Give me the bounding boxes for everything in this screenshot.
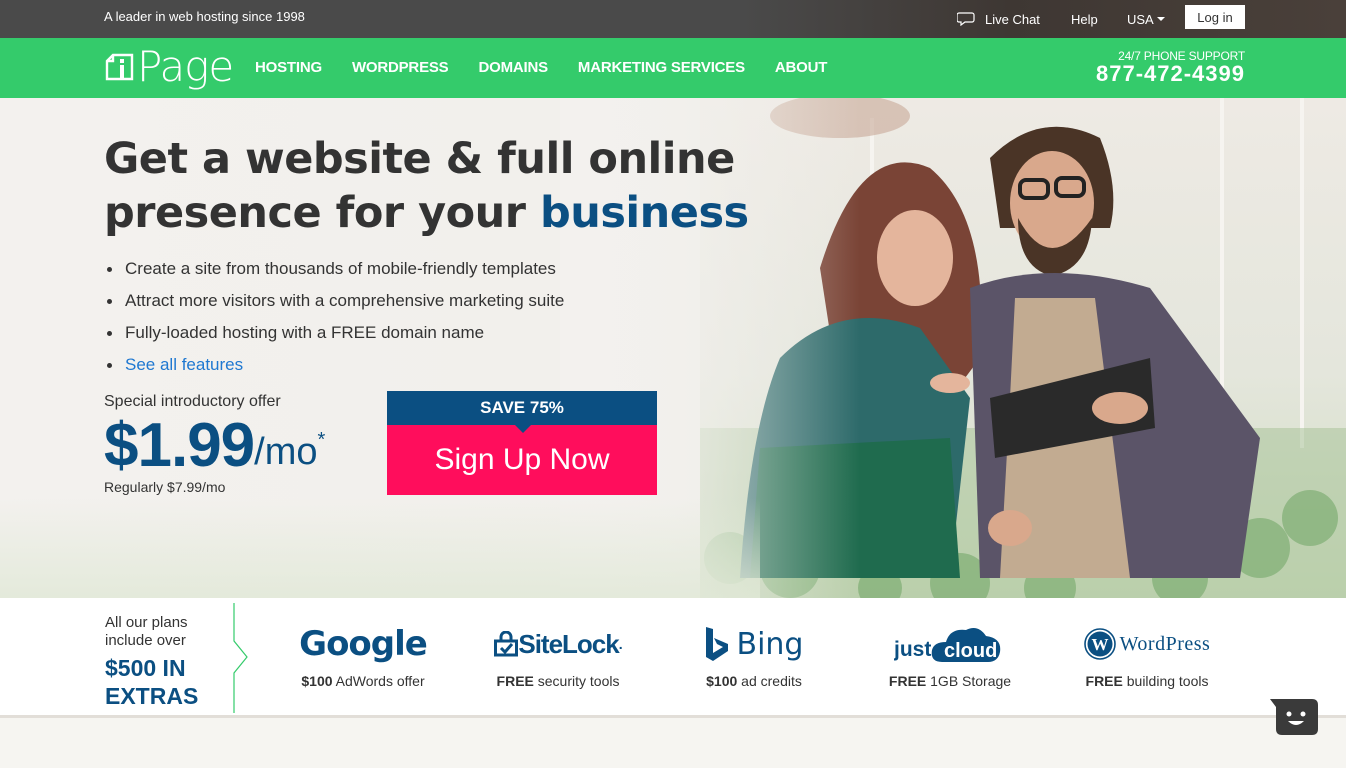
nav-marketing-services[interactable]: MARKETING SERVICES: [578, 59, 745, 76]
headline-line-1: Get a website & full online: [104, 134, 735, 184]
padlock-check-icon: [494, 631, 519, 657]
price-asterisk: *: [317, 429, 326, 451]
nav-hosting[interactable]: HOSTING: [255, 59, 322, 76]
svg-text:W: W: [1091, 635, 1108, 654]
price-unit: /mo: [254, 431, 318, 473]
partner-google: Google $100 AdWords offer: [268, 620, 458, 689]
google-logo: Google: [299, 624, 428, 664]
bullet-icon: [107, 362, 112, 368]
nav-about[interactable]: ABOUT: [775, 59, 828, 76]
top-utility-bar: A leader in web hosting since 1998 Live …: [0, 0, 1346, 38]
extras-intro: All our plans include over $500 IN EXTRA…: [105, 614, 198, 710]
feature-item: Fully-loaded hosting with a FREE domain …: [104, 317, 564, 349]
partner-desc: FREE security tools: [496, 673, 620, 689]
hero-floor-fade: [0, 498, 760, 598]
wordpress-logo: W WordPress: [1052, 620, 1242, 668]
extras-headline-line-2: EXTRAS: [105, 683, 199, 709]
feature-item: See all features: [104, 349, 564, 381]
partner-justcloud: just cloud FREE 1GB Storage: [855, 620, 1045, 689]
partner-sitelock: SiteLock. FREE security tools: [463, 620, 653, 689]
hero-section: Get a website & full online presence for…: [0, 98, 1346, 598]
bullet-icon: [107, 266, 112, 272]
see-all-features-link[interactable]: See all features: [125, 355, 243, 375]
extras-strip: All our plans include over $500 IN EXTRA…: [0, 598, 1346, 718]
bullet-icon: [107, 298, 112, 304]
feature-text: Fully-loaded hosting with a FREE domain …: [125, 323, 485, 342]
extras-headline-line-1: $500 IN: [105, 655, 186, 681]
phone-number[interactable]: 877-472-4399: [1096, 63, 1245, 85]
login-button[interactable]: Log in: [1185, 5, 1245, 29]
bing-logo: Bing: [659, 620, 849, 668]
feature-text: Create a site from thousands of mobile-f…: [125, 259, 556, 278]
partner-bing: Bing $100 ad credits: [659, 620, 849, 689]
ipage-logo[interactable]: Page: [104, 42, 234, 91]
hero-headline: Get a website & full online presence for…: [104, 132, 749, 240]
partner-desc: $100 AdWords offer: [301, 673, 425, 689]
caret-down-icon: [1156, 17, 1165, 21]
chat-widget-smiley-icon[interactable]: [1268, 697, 1320, 737]
extras-intro-line-1: All our plans: [105, 614, 188, 631]
nav-wordpress[interactable]: WORDPRESS: [352, 59, 449, 76]
justcloud-logo: just cloud: [855, 620, 1045, 668]
svg-text:cloud: cloud: [944, 640, 997, 662]
partner-wordpress: W WordPress FREE building tools: [1052, 620, 1242, 689]
price-display: $1.99 /mo *: [104, 415, 325, 477]
partner-desc: FREE building tools: [1085, 673, 1209, 689]
nav-links: HOSTING WORDPRESS DOMAINS MARKETING SERV…: [255, 59, 857, 76]
wordpress-w-icon: W: [1083, 628, 1116, 660]
regular-price: Regularly $7.99/mo: [104, 479, 226, 495]
tagline: A leader in web hosting since 1998: [104, 9, 305, 24]
partner-desc: FREE 1GB Storage: [888, 673, 1012, 689]
phone-support: 24/7 PHONE SUPPORT 877-472-4399: [1096, 49, 1245, 85]
headline-highlight: business: [539, 188, 749, 238]
extras-intro-line-2: include over: [105, 632, 186, 649]
region-label: USA: [1127, 11, 1154, 27]
price-offer: Special introductory offer $1.99 /mo * R…: [104, 393, 325, 495]
price-amount: $1.99: [104, 411, 255, 480]
logo-wordmark: Page: [137, 42, 234, 91]
sign-up-now-button[interactable]: Sign Up Now: [387, 425, 657, 495]
feature-list: Create a site from thousands of mobile-f…: [104, 253, 564, 381]
offer-intro: Special introductory offer: [104, 393, 281, 410]
page-below-fold: [0, 721, 1346, 768]
chat-bubble-icon: [957, 12, 975, 26]
feature-text: Attract more visitors with a comprehensi…: [125, 291, 565, 310]
page-logo-icon: [105, 53, 134, 81]
signup-cta: SAVE 75% Sign Up Now: [387, 391, 657, 495]
bullet-icon: [107, 330, 112, 336]
svg-text:just: just: [894, 638, 931, 661]
chevron-divider: [233, 603, 248, 713]
justcloud-cloud-icon: just cloud: [894, 628, 1001, 662]
nav-domains[interactable]: DOMAINS: [478, 59, 548, 76]
live-chat-label: Live Chat: [985, 11, 1040, 27]
live-chat-link[interactable]: Live Chat: [957, 0, 1040, 38]
feature-item: Create a site from thousands of mobile-f…: [104, 253, 564, 285]
feature-item: Attract more visitors with a comprehensi…: [104, 285, 564, 317]
sitelock-logo: SiteLock.: [463, 620, 653, 668]
main-nav: Page HOSTING WORDPRESS DOMAINS MARKETING…: [0, 38, 1346, 98]
headline-line-2: presence for your: [104, 188, 540, 238]
partner-desc: $100 ad credits: [706, 673, 802, 689]
bing-b-icon: [705, 627, 728, 661]
save-badge: SAVE 75%: [387, 391, 657, 433]
region-selector[interactable]: USA: [1127, 0, 1165, 38]
help-link[interactable]: Help: [1071, 0, 1098, 38]
